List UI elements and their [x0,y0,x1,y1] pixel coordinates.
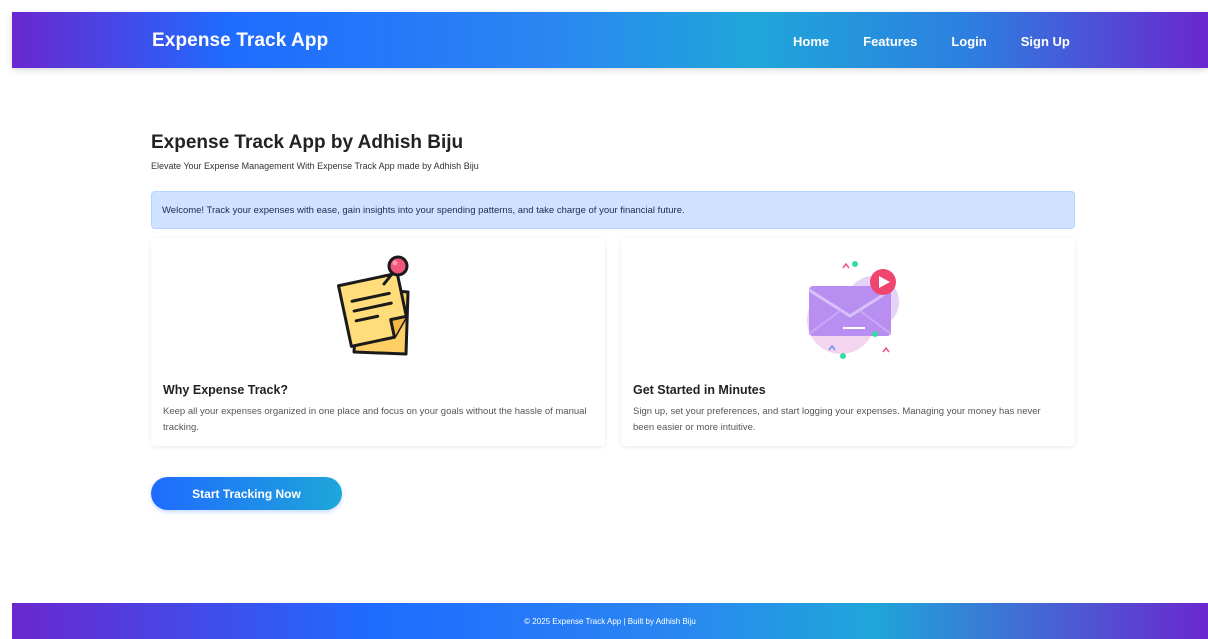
page-title: Expense Track App by Adhish Biju [151,132,464,153]
start-tracking-button[interactable]: Start Tracking Now [151,477,342,510]
envelope-icon [807,261,899,359]
brand-logo-text[interactable]: Expense Track App [152,30,328,52]
nav-link-features[interactable]: Features [863,34,917,49]
welcome-alert-text: Welcome! Track your expenses with ease, … [162,204,685,216]
card-text: Keep all your expenses organized in one … [163,406,587,433]
feature-card-get-started: Get Started in Minutes Sign up, set your… [621,238,1075,446]
navbar: Expense Track App Home Features Login Si… [12,12,1208,68]
footer-text: © 2025 Expense Track App | Built by Adhi… [524,616,696,626]
nav-links: Home Features Login Sign Up [793,34,1070,49]
nav-link-home[interactable]: Home [793,34,829,49]
card-title: Why Expense Track? [163,383,289,397]
footer: © 2025 Expense Track App | Built by Adhi… [12,603,1208,639]
page-subtitle: Elevate Your Expense Management With Exp… [151,161,479,171]
card-title: Get Started in Minutes [633,383,766,397]
card-illustration [621,248,1075,368]
nav-link-signup[interactable]: Sign Up [1021,34,1070,49]
nav-link-login[interactable]: Login [951,34,986,49]
feature-card-why: Why Expense Track? Keep all your expense… [151,238,605,446]
page: Expense Track App Home Features Login Si… [0,0,1208,639]
card-illustration [151,248,605,368]
welcome-alert: Welcome! Track your expenses with ease, … [151,191,1075,229]
card-text: Sign up, set your preferences, and start… [633,406,1041,433]
sticky-note-icon [337,255,410,356]
